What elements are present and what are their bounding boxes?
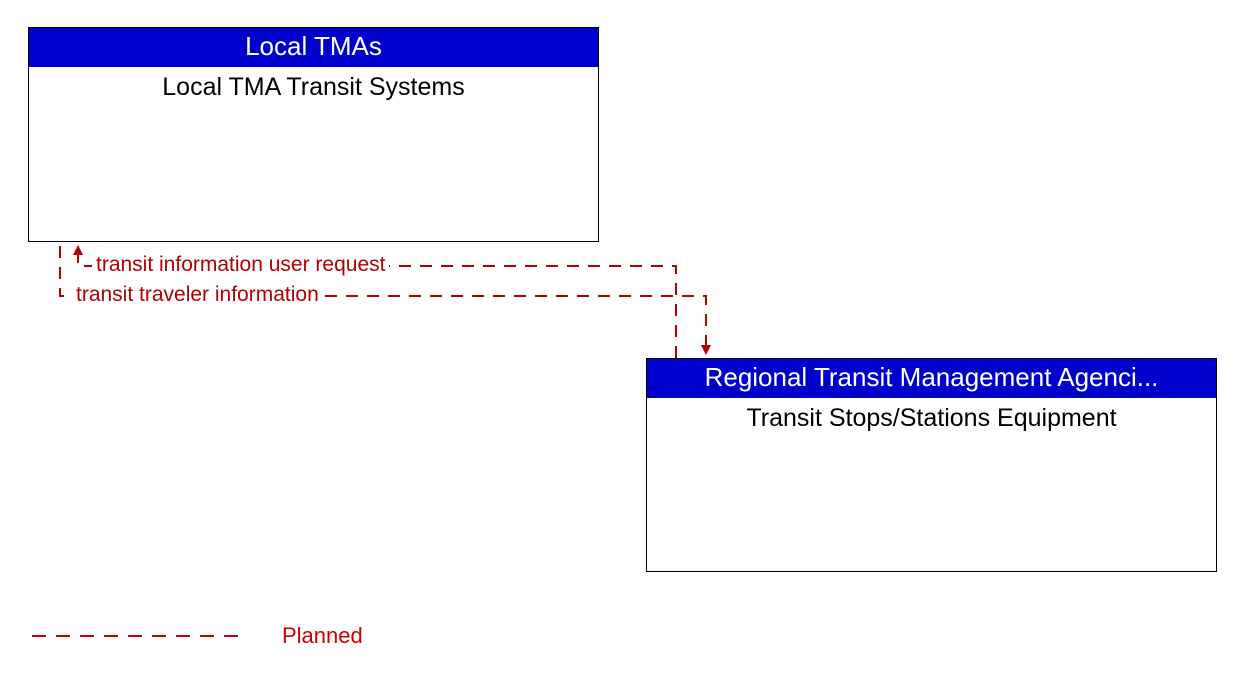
entity-body-local-tma: Local TMA Transit Systems — [29, 67, 598, 102]
entity-header-local-tma: Local TMAs — [29, 28, 598, 67]
entity-box-transit-stops: Regional Transit Management Agenci... Tr… — [646, 358, 1217, 572]
flow-label-info: transit traveler information — [72, 283, 323, 307]
flow-label-request: transit information user request — [92, 253, 389, 277]
legend-label-planned: Planned — [282, 623, 363, 649]
entity-body-transit-stops: Transit Stops/Stations Equipment — [647, 398, 1216, 433]
entity-box-local-tma: Local TMAs Local TMA Transit Systems — [28, 27, 599, 242]
entity-header-transit-stops: Regional Transit Management Agenci... — [647, 359, 1216, 398]
